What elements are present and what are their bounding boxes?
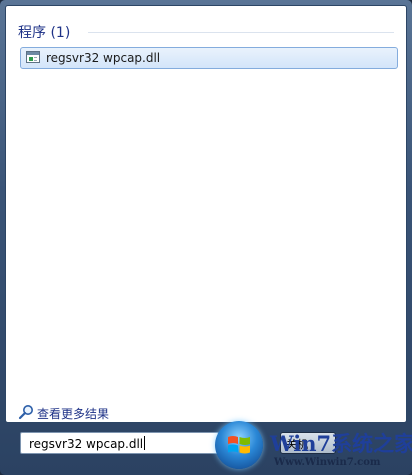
watermark-url: Www.Winwin7.com	[274, 457, 381, 468]
windows-logo-icon	[228, 436, 250, 454]
search-icon	[18, 405, 33, 420]
search-input[interactable]: regsvr32 wpcap.dll	[20, 432, 219, 454]
section-divider	[88, 32, 394, 33]
text-caret	[144, 436, 146, 450]
search-results-pane: 程序 (1) regsvr32 wpcap.dll 查看更多结果	[5, 5, 407, 423]
program-icon	[26, 51, 40, 63]
start-orb-button[interactable]	[215, 421, 263, 469]
start-menu: 程序 (1) regsvr32 wpcap.dll 查看更多结果 regsvr3…	[0, 0, 412, 475]
see-more-results-label: 查看更多结果	[37, 407, 110, 421]
section-header-programs[interactable]: 程序 (1)	[18, 22, 70, 42]
watermark-text: Win7系统之家	[270, 431, 412, 456]
result-item-program[interactable]: regsvr32 wpcap.dll	[20, 47, 398, 69]
watermark-logo: Win7系统之家 Www.Winwin7.com	[268, 424, 412, 475]
result-item-label: regsvr32 wpcap.dll	[46, 51, 161, 65]
search-input-text: regsvr32 wpcap.dll	[29, 436, 146, 451]
